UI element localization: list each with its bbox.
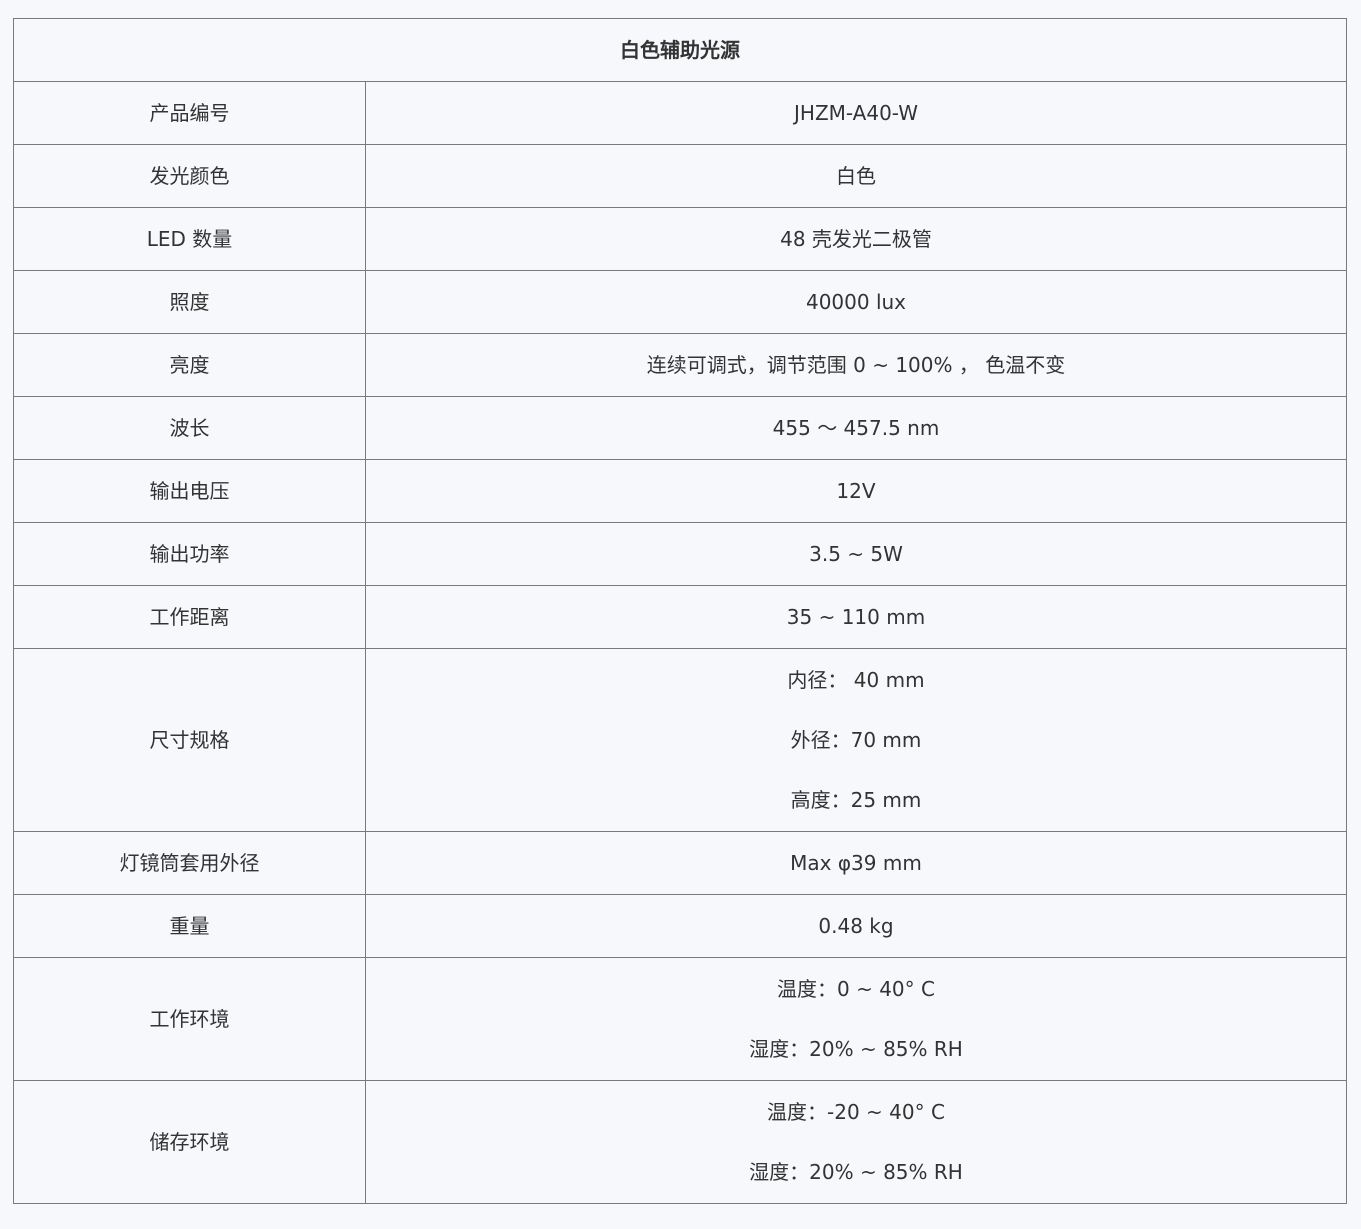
table-row: 输出电压 12V	[13, 459, 1347, 523]
row-label: 输出功率	[13, 522, 366, 586]
row-label: 重量	[13, 894, 366, 958]
table-row: 发光颜色 白色	[13, 144, 1347, 208]
row-value: 白色	[365, 144, 1347, 208]
row-label: 工作环境	[13, 957, 366, 1081]
row-label: 照度	[13, 270, 366, 334]
table-row: 灯镜筒套用外径 Max φ39 mm	[13, 831, 1347, 895]
row-value: 温度：-20 ~ 40° C 湿度：20% ~ 85% RH	[365, 1080, 1347, 1204]
value-line: 湿度：20% ~ 85% RH	[749, 1037, 963, 1061]
row-value: 12V	[365, 459, 1347, 523]
table-row: 输出功率 3.5 ~ 5W	[13, 522, 1347, 586]
value-line: 外径：70 mm	[790, 728, 922, 752]
table-row: 照度 40000 lux	[13, 270, 1347, 334]
row-value: Max φ39 mm	[365, 831, 1347, 895]
value-line: 温度：0 ~ 40° C	[777, 977, 935, 1001]
row-label: 亮度	[13, 333, 366, 397]
row-label: 灯镜筒套用外径	[13, 831, 366, 895]
row-value: 连续可调式，调节范围 0 ~ 100% ， 色温不变	[365, 333, 1347, 397]
row-value: 455 ～ 457.5 nm	[365, 396, 1347, 460]
table-row: 重量 0.48 kg	[13, 894, 1347, 958]
table-row: LED 数量 48 壳发光二极管	[13, 207, 1347, 271]
row-value: 温度：0 ~ 40° C 湿度：20% ~ 85% RH	[365, 957, 1347, 1081]
value-line: 温度：-20 ~ 40° C	[767, 1100, 945, 1124]
value-line: 高度：25 mm	[790, 788, 922, 812]
table-row: 尺寸规格 内径： 40 mm 外径：70 mm 高度：25 mm	[13, 648, 1347, 832]
table-title: 白色辅助光源	[13, 18, 1347, 82]
row-label: 产品编号	[13, 81, 366, 145]
row-value: 48 壳发光二极管	[365, 207, 1347, 271]
row-label: LED 数量	[13, 207, 366, 271]
row-label: 输出电压	[13, 459, 366, 523]
value-line: 内径： 40 mm	[787, 668, 925, 692]
row-value: 3.5 ~ 5W	[365, 522, 1347, 586]
value-line: 湿度：20% ~ 85% RH	[749, 1160, 963, 1184]
table-row: 储存环境 温度：-20 ~ 40° C 湿度：20% ~ 85% RH	[13, 1080, 1347, 1204]
row-label: 尺寸规格	[13, 648, 366, 832]
spec-table: 白色辅助光源 产品编号 JHZM-A40-W 发光颜色 白色 LED 数量 48…	[13, 18, 1347, 1204]
row-value: 40000 lux	[365, 270, 1347, 334]
row-label: 储存环境	[13, 1080, 366, 1204]
table-row: 工作距离 35 ~ 110 mm	[13, 585, 1347, 649]
table-row: 波长 455 ～ 457.5 nm	[13, 396, 1347, 460]
row-label: 波长	[13, 396, 366, 460]
table-row: 工作环境 温度：0 ~ 40° C 湿度：20% ~ 85% RH	[13, 957, 1347, 1081]
row-value: 35 ~ 110 mm	[365, 585, 1347, 649]
row-label: 发光颜色	[13, 144, 366, 208]
row-value: 0.48 kg	[365, 894, 1347, 958]
table-row: 产品编号 JHZM-A40-W	[13, 81, 1347, 145]
row-value: JHZM-A40-W	[365, 81, 1347, 145]
row-label: 工作距离	[13, 585, 366, 649]
row-value: 内径： 40 mm 外径：70 mm 高度：25 mm	[365, 648, 1347, 832]
table-header-row: 白色辅助光源	[13, 18, 1347, 82]
table-row: 亮度 连续可调式，调节范围 0 ~ 100% ， 色温不变	[13, 333, 1347, 397]
